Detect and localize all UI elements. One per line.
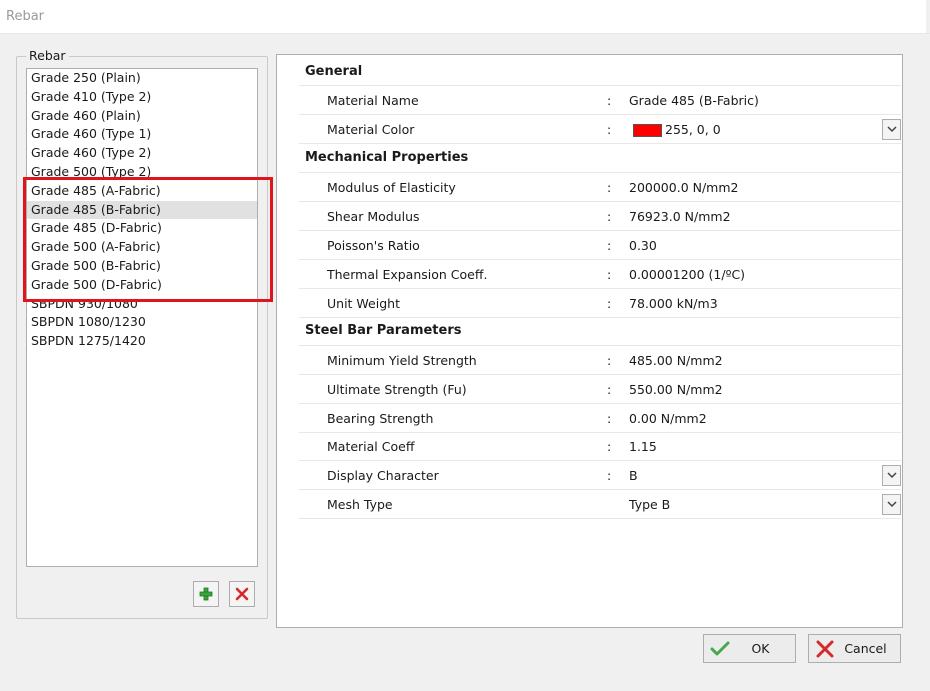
row-unit-weight[interactable]: Unit Weight : 78.000 kN/m3 (277, 289, 901, 318)
property-value[interactable]: Type B (629, 497, 670, 512)
list-item[interactable]: Grade 460 (Plain) (27, 107, 257, 126)
property-label: Unit Weight (327, 296, 400, 311)
colon: : (607, 267, 612, 282)
colon: : (607, 238, 612, 253)
cancel-button-label: Cancel (844, 641, 887, 656)
list-item[interactable]: Grade 500 (B-Fabric) (27, 257, 257, 276)
mesh-type-dropdown-button[interactable] (882, 494, 901, 515)
chevron-down-icon (886, 501, 897, 508)
property-value[interactable]: B (629, 468, 638, 483)
property-label: Ultimate Strength (Fu) (327, 382, 467, 397)
colon: : (607, 468, 612, 483)
colon: : (607, 382, 612, 397)
cancel-button[interactable]: Cancel (808, 634, 901, 663)
property-label: Minimum Yield Strength (327, 353, 477, 368)
property-value[interactable]: 200000.0 N/mm2 (629, 180, 739, 195)
list-item[interactable]: Grade 485 (D-Fabric) (27, 219, 257, 238)
list-item[interactable]: Grade 460 (Type 1) (27, 125, 257, 144)
title-bar: Rebar (0, 0, 930, 34)
property-value[interactable]: 78.000 kN/m3 (629, 296, 718, 311)
property-label: Material Name (327, 93, 419, 108)
property-label: Poisson's Ratio (327, 238, 420, 253)
colon: : (607, 209, 612, 224)
row-material-color[interactable]: Material Color : 255, 0, 0 (277, 115, 901, 144)
list-item[interactable]: Grade 500 (Type 2) (27, 163, 257, 182)
row-min-yield-strength[interactable]: Minimum Yield Strength : 485.00 N/mm2 (277, 346, 901, 375)
property-label: Material Color (327, 122, 415, 137)
add-rebar-button[interactable] (193, 581, 219, 607)
property-value[interactable]: Grade 485 (B-Fabric) (629, 93, 759, 108)
list-item[interactable]: SBPDN 1080/1230 (27, 313, 257, 332)
list-item[interactable]: SBPDN 1275/1420 (27, 332, 257, 351)
row-mesh-type[interactable]: Mesh Type Type B (277, 490, 901, 519)
section-steel-bar: Steel Bar Parameters (277, 317, 901, 346)
list-item[interactable]: Grade 460 (Type 2) (27, 144, 257, 163)
property-value[interactable]: 485.00 N/mm2 (629, 353, 723, 368)
ok-button-label: OK (751, 641, 770, 656)
delete-rebar-button[interactable] (229, 581, 255, 607)
display-character-dropdown-button[interactable] (882, 465, 901, 486)
color-swatch (633, 124, 662, 137)
property-label: Material Coeff (327, 439, 415, 454)
property-value[interactable]: 255, 0, 0 (665, 122, 721, 137)
property-label: Display Character (327, 468, 439, 483)
property-label: Modulus of Elasticity (327, 180, 456, 195)
property-label: Bearing Strength (327, 411, 434, 426)
colon: : (607, 353, 612, 368)
row-bearing-strength[interactable]: Bearing Strength : 0.00 N/mm2 (277, 404, 901, 433)
property-value[interactable]: 0.00 N/mm2 (629, 411, 707, 426)
row-ultimate-strength[interactable]: Ultimate Strength (Fu) : 550.00 N/mm2 (277, 375, 901, 404)
property-value[interactable]: 1.15 (629, 439, 657, 454)
property-value[interactable]: 0.00001200 (1/ºC) (629, 267, 745, 282)
row-shear-modulus[interactable]: Shear Modulus : 76923.0 N/mm2 (277, 202, 901, 231)
color-dropdown-button[interactable] (882, 119, 901, 140)
section-general: General (277, 57, 901, 86)
property-value[interactable]: 76923.0 N/mm2 (629, 209, 731, 224)
list-item[interactable]: Grade 500 (D-Fabric) (27, 276, 257, 295)
colon: : (607, 411, 612, 426)
colon: : (607, 180, 612, 195)
x-icon (235, 587, 249, 601)
section-title: General (305, 64, 363, 79)
list-item[interactable]: Grade 250 (Plain) (27, 69, 257, 88)
section-mechanical: Mechanical Properties (277, 144, 901, 173)
rebar-group-legend: Rebar (26, 48, 69, 63)
chevron-down-icon (886, 126, 897, 133)
row-display-character[interactable]: Display Character : B (277, 461, 901, 490)
row-poissons-ratio[interactable]: Poisson's Ratio : 0.30 (277, 231, 901, 260)
property-grid: General Material Name : Grade 485 (B-Fab… (276, 54, 903, 628)
section-title: Steel Bar Parameters (305, 323, 462, 338)
row-thermal-expansion[interactable]: Thermal Expansion Coeff. : 0.00001200 (1… (277, 260, 901, 289)
row-material-coeff[interactable]: Material Coeff : 1.15 (277, 432, 901, 461)
property-label: Thermal Expansion Coeff. (327, 267, 488, 282)
list-item[interactable]: Grade 485 (B-Fabric) (27, 200, 257, 220)
rebar-list[interactable]: Grade 250 (Plain) Grade 410 (Type 2) Grade… (26, 68, 258, 567)
list-item[interactable]: Grade 485 (A-Fabric) (27, 182, 257, 201)
window-title: Rebar (6, 9, 45, 24)
property-label: Shear Modulus (327, 209, 420, 224)
row-modulus-of-elasticity[interactable]: Modulus of Elasticity : 200000.0 N/mm2 (277, 173, 901, 202)
property-label: Mesh Type (327, 497, 393, 512)
list-item[interactable]: Grade 500 (A-Fabric) (27, 238, 257, 257)
row-material-name[interactable]: Material Name : Grade 485 (B-Fabric) (277, 86, 901, 115)
chevron-down-icon (886, 472, 897, 479)
property-value[interactable]: 0.30 (629, 238, 657, 253)
colon: : (607, 296, 612, 311)
colon: : (607, 93, 612, 108)
property-value[interactable]: 550.00 N/mm2 (629, 382, 723, 397)
list-item[interactable]: Grade 410 (Type 2) (27, 88, 257, 107)
section-title: Mechanical Properties (305, 150, 469, 165)
title-bar-edge (926, 0, 930, 33)
ok-button[interactable]: OK (703, 634, 796, 663)
colon: : (607, 439, 612, 454)
plus-icon (199, 587, 213, 601)
list-item[interactable]: SBPDN 930/1080 (27, 295, 257, 314)
colon: : (607, 122, 612, 137)
